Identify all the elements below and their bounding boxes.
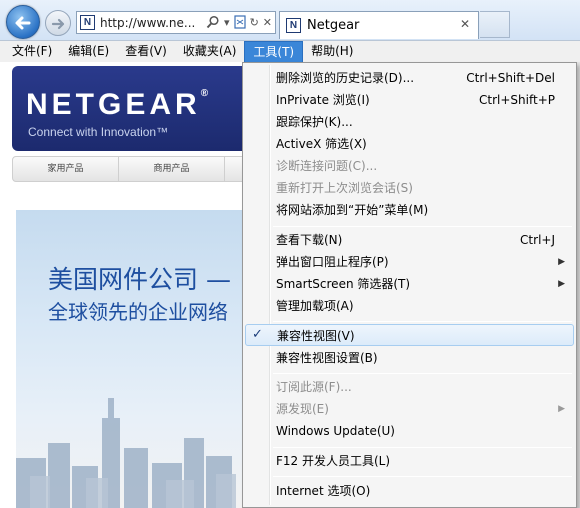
menu-item-tracking-protection[interactable]: 跟踪保护(K)... <box>245 111 574 133</box>
menu-item-activex-filter[interactable]: ActiveX 筛选(X) <box>245 133 574 155</box>
new-tab-button[interactable] <box>480 11 510 38</box>
menu-item-compat-settings[interactable]: 兼容性视图设置(B) <box>245 347 574 369</box>
hero-subheadline: 全球领先的企业网络 <box>48 300 228 324</box>
menu-bar: 文件(F) 编辑(E) 查看(V) 收藏夹(A) 工具(T) 帮助(H) <box>0 40 580 63</box>
address-bar[interactable]: N http://www.ne... ▾ ↻ ✕ <box>76 11 276 34</box>
menu-item-internet-options[interactable]: Internet 选项(O) <box>245 480 574 502</box>
menu-item-f12-devtools[interactable]: F12 开发人员工具(L) <box>245 450 574 472</box>
back-arrow-icon <box>15 16 31 30</box>
submenu-arrow-icon: ▶ <box>558 404 565 414</box>
forward-button[interactable] <box>45 10 71 36</box>
menu-edit[interactable]: 编辑(E) <box>60 41 117 63</box>
back-button[interactable] <box>6 5 40 39</box>
site-favicon-icon: N <box>80 15 95 30</box>
submenu-arrow-icon: ▶ <box>558 279 565 289</box>
netgear-logo[interactable]: NETGEAR® <box>26 88 208 122</box>
menu-help[interactable]: 帮助(H) <box>303 41 361 63</box>
tab-close-icon[interactable]: ✕ <box>460 17 470 31</box>
address-text: http://www.ne... <box>100 15 196 30</box>
menu-item-manage-addons[interactable]: 管理加载项(A) <box>245 295 574 317</box>
menu-view[interactable]: 查看(V) <box>117 41 175 63</box>
browser-toolbar: N http://www.ne... ▾ ↻ ✕ N Netgear ✕ <box>0 0 580 42</box>
menu-item-subscribe-feed: 订阅此源(F)... <box>276 380 352 394</box>
menu-item-delete-history[interactable]: 删除浏览的历史记录(D)... Ctrl+Shift+Del <box>245 67 574 89</box>
tab-favicon-icon: N <box>286 18 301 33</box>
menu-item-feed-discovery: 源发现(E) ▶ <box>245 398 574 420</box>
compatibility-view-icon[interactable] <box>233 15 246 29</box>
menu-separator <box>273 321 572 322</box>
refresh-icon[interactable]: ↻ <box>250 16 259 29</box>
menu-separator <box>273 476 572 477</box>
hero-headline: 美国网件公司 — <box>48 265 231 294</box>
menu-separator <box>273 226 572 227</box>
tab-title: Netgear <box>307 18 360 33</box>
menu-item-diagnose: 诊断连接问题(C)... <box>276 159 378 173</box>
netgear-tagline: Connect with Innovation™ <box>28 125 169 139</box>
menu-separator <box>273 373 572 374</box>
forward-arrow-icon <box>51 18 65 30</box>
menu-item-view-downloads[interactable]: 查看下载(N) Ctrl+J <box>245 229 574 251</box>
menu-favorites[interactable]: 收藏夹(A) <box>175 41 245 63</box>
stop-icon[interactable]: ✕ <box>263 16 272 29</box>
search-icon[interactable] <box>206 15 220 29</box>
menu-file[interactable]: 文件(F) <box>4 41 60 63</box>
nav-business-products[interactable]: 商用产品 <box>119 157 225 181</box>
tools-menu: 删除浏览的历史记录(D)... Ctrl+Shift+Del InPrivate … <box>242 62 577 508</box>
menu-item-popup-blocker[interactable]: 弹出窗口阻止程序(P) ▶ <box>245 251 574 273</box>
menu-item-smartscreen[interactable]: SmartScreen 筛选器(T) ▶ <box>245 273 574 295</box>
submenu-arrow-icon: ▶ <box>558 257 565 267</box>
menu-item-reopen-session: 重新打开上次浏览会话(S) <box>276 181 413 195</box>
menu-item-add-to-start[interactable]: 将网站添加到“开始”菜单(M) <box>245 199 574 221</box>
menu-tools[interactable]: 工具(T) <box>244 41 304 63</box>
menu-separator <box>273 447 572 448</box>
checkmark-icon: ✓ <box>252 327 263 342</box>
dropdown-arrow-icon[interactable]: ▾ <box>224 16 230 29</box>
menu-item-compat-view[interactable]: ✓ 兼容性视图(V) <box>245 324 574 346</box>
nav-home-products[interactable]: 家用产品 <box>13 157 119 181</box>
menu-item-inprivate[interactable]: InPrivate 浏览(I) Ctrl+Shift+P <box>245 89 574 111</box>
menu-item-windows-update[interactable]: Windows Update(U) <box>245 420 574 442</box>
browser-tab[interactable]: N Netgear ✕ <box>279 11 479 39</box>
